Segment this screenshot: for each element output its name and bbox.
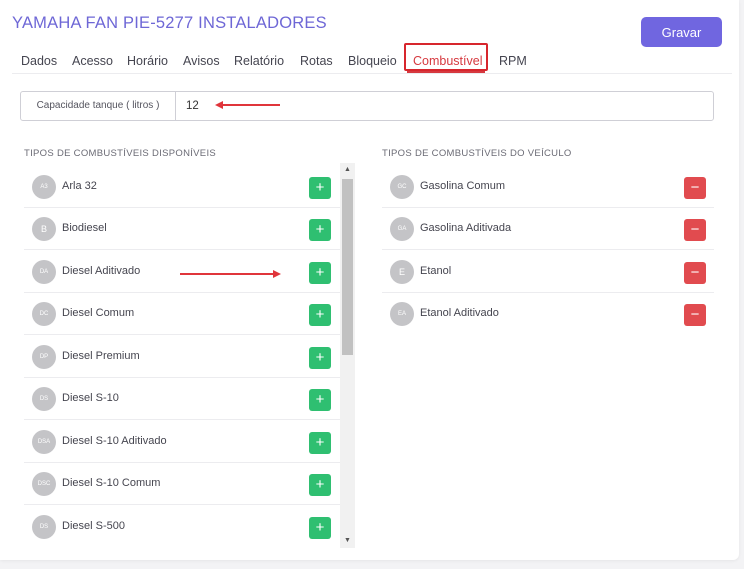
fuel-name: Diesel Comum	[62, 307, 135, 319]
add-fuel-button[interactable]: +	[309, 219, 331, 241]
tab-horario[interactable]: Horário	[127, 54, 168, 68]
tab-rotas[interactable]: Rotas	[300, 54, 333, 68]
add-fuel-button[interactable]: +	[309, 517, 331, 539]
fuel-name: Diesel S-10 Aditivado	[62, 435, 167, 447]
annotation-arrow-right-icon	[180, 270, 281, 278]
add-fuel-button[interactable]: +	[309, 262, 331, 284]
available-fuel-list: A3 Arla 32 + B Biodiesel + DA Diesel Adi…	[24, 166, 340, 548]
vehicle-section-title: TIPOS DE COMBUSTÍVEIS DO VEÍCULO	[382, 148, 572, 159]
avatar: DS	[32, 515, 56, 539]
remove-fuel-button[interactable]: −	[684, 177, 706, 199]
remove-fuel-button[interactable]: −	[684, 219, 706, 241]
available-list-scrollbar[interactable]: ▲ ▼	[340, 163, 355, 548]
fuel-name: Diesel S-500	[62, 520, 125, 532]
avatar: DSC	[32, 472, 56, 496]
avatar: DP	[32, 345, 56, 369]
tab-dados[interactable]: Dados	[21, 54, 57, 68]
tab-bar: Dados Acesso Horário Avisos Relatório Ro…	[0, 46, 600, 78]
avatar: E	[390, 260, 414, 284]
avatar: A3	[32, 175, 56, 199]
tab-acesso[interactable]: Acesso	[72, 54, 113, 68]
list-item: EA Etanol Aditivado −	[382, 293, 714, 335]
fuel-name: Diesel S-10	[62, 392, 119, 404]
vehicle-fuel-list: GC Gasolina Comum − GA Gasolina Aditivad…	[382, 166, 714, 336]
scroll-up-icon[interactable]: ▲	[340, 163, 355, 177]
list-item: DS Diesel S-10 +	[24, 378, 340, 420]
add-fuel-button[interactable]: +	[309, 177, 331, 199]
list-item: A3 Arla 32 +	[24, 166, 340, 208]
list-item: DS Diesel S-500 +	[24, 506, 340, 548]
add-fuel-button[interactable]: +	[309, 432, 331, 454]
avatar: DA	[32, 260, 56, 284]
capacity-label: Capacidade tanque ( litros )	[20, 91, 176, 121]
active-tab-underline	[407, 71, 485, 73]
list-item: B Biodiesel +	[24, 208, 340, 250]
add-fuel-button[interactable]: +	[309, 304, 331, 326]
annotation-arrow-left-icon	[215, 101, 280, 109]
tab-bloqueio[interactable]: Bloqueio	[348, 54, 397, 68]
tab-rpm[interactable]: RPM	[499, 54, 527, 68]
fuel-name: Gasolina Aditivada	[420, 222, 512, 234]
avatar: DSA	[32, 430, 56, 454]
fuel-name: Diesel Premium	[62, 350, 140, 362]
fuel-name: Gasolina Comum	[420, 180, 505, 192]
fuel-name: Diesel S-10 Comum	[62, 477, 161, 489]
add-fuel-button[interactable]: +	[309, 389, 331, 411]
available-section-title: TIPOS DE COMBUSTÍVEIS DISPONÍVEIS	[24, 148, 217, 159]
fuel-name: Etanol	[420, 265, 452, 277]
scroll-thumb[interactable]	[342, 179, 353, 355]
avatar: DC	[32, 302, 56, 326]
add-fuel-button[interactable]: +	[309, 474, 331, 496]
list-item: DSA Diesel S-10 Aditivado +	[24, 421, 340, 463]
add-fuel-button[interactable]: +	[309, 347, 331, 369]
avatar: EA	[390, 302, 414, 326]
remove-fuel-button[interactable]: −	[684, 262, 706, 284]
fuel-name: Etanol Aditivado	[420, 307, 499, 319]
list-item: GC Gasolina Comum −	[382, 166, 714, 208]
save-button[interactable]: Gravar	[641, 17, 722, 47]
scroll-down-icon[interactable]: ▼	[340, 534, 355, 548]
list-item: DP Diesel Premium +	[24, 336, 340, 378]
tab-relatorio[interactable]: Relatório	[234, 54, 284, 68]
tab-highlight-box	[404, 43, 488, 71]
form-card: YAMAHA FAN PIE-5277 INSTALADORES Gravar …	[0, 0, 739, 560]
list-item: GA Gasolina Aditivada −	[382, 208, 714, 250]
list-item: E Etanol −	[382, 251, 714, 293]
tab-avisos[interactable]: Avisos	[183, 54, 220, 68]
avatar: DS	[32, 387, 56, 411]
avatar: GA	[390, 217, 414, 241]
page-title: YAMAHA FAN PIE-5277 INSTALADORES	[12, 14, 327, 32]
list-item: DSC Diesel S-10 Comum +	[24, 463, 340, 505]
avatar: B	[32, 217, 56, 241]
fuel-name: Diesel Aditivado	[62, 265, 141, 277]
avatar: GC	[390, 175, 414, 199]
remove-fuel-button[interactable]: −	[684, 304, 706, 326]
list-item: DC Diesel Comum +	[24, 293, 340, 335]
fuel-name: Arla 32	[62, 180, 97, 192]
fuel-name: Biodiesel	[62, 222, 107, 234]
